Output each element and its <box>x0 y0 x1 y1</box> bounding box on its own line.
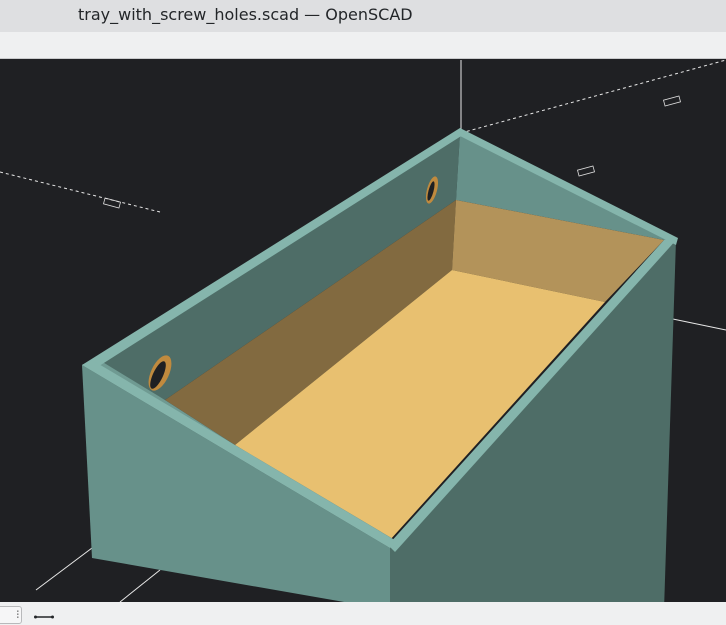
y-axis <box>460 59 726 134</box>
x-axis-negative <box>0 171 161 213</box>
view-toggle-icon: ⫶ <box>16 610 20 621</box>
measure-distance-icon[interactable] <box>34 615 54 619</box>
axis-lower-left <box>35 547 93 591</box>
axis-lower-left-2 <box>119 569 161 603</box>
model-render <box>0 59 726 610</box>
bottom-toolbar: ⫶ <box>0 602 726 624</box>
window-title: tray_with_screw_holes.scad — OpenSCAD <box>78 5 413 24</box>
x-axis <box>667 317 726 331</box>
title-bar: tray_with_screw_holes.scad — OpenSCAD <box>0 0 726 32</box>
toolbar <box>0 32 726 59</box>
view-toggle-button[interactable]: ⫶ <box>0 606 22 624</box>
3d-viewport[interactable] <box>0 59 726 610</box>
